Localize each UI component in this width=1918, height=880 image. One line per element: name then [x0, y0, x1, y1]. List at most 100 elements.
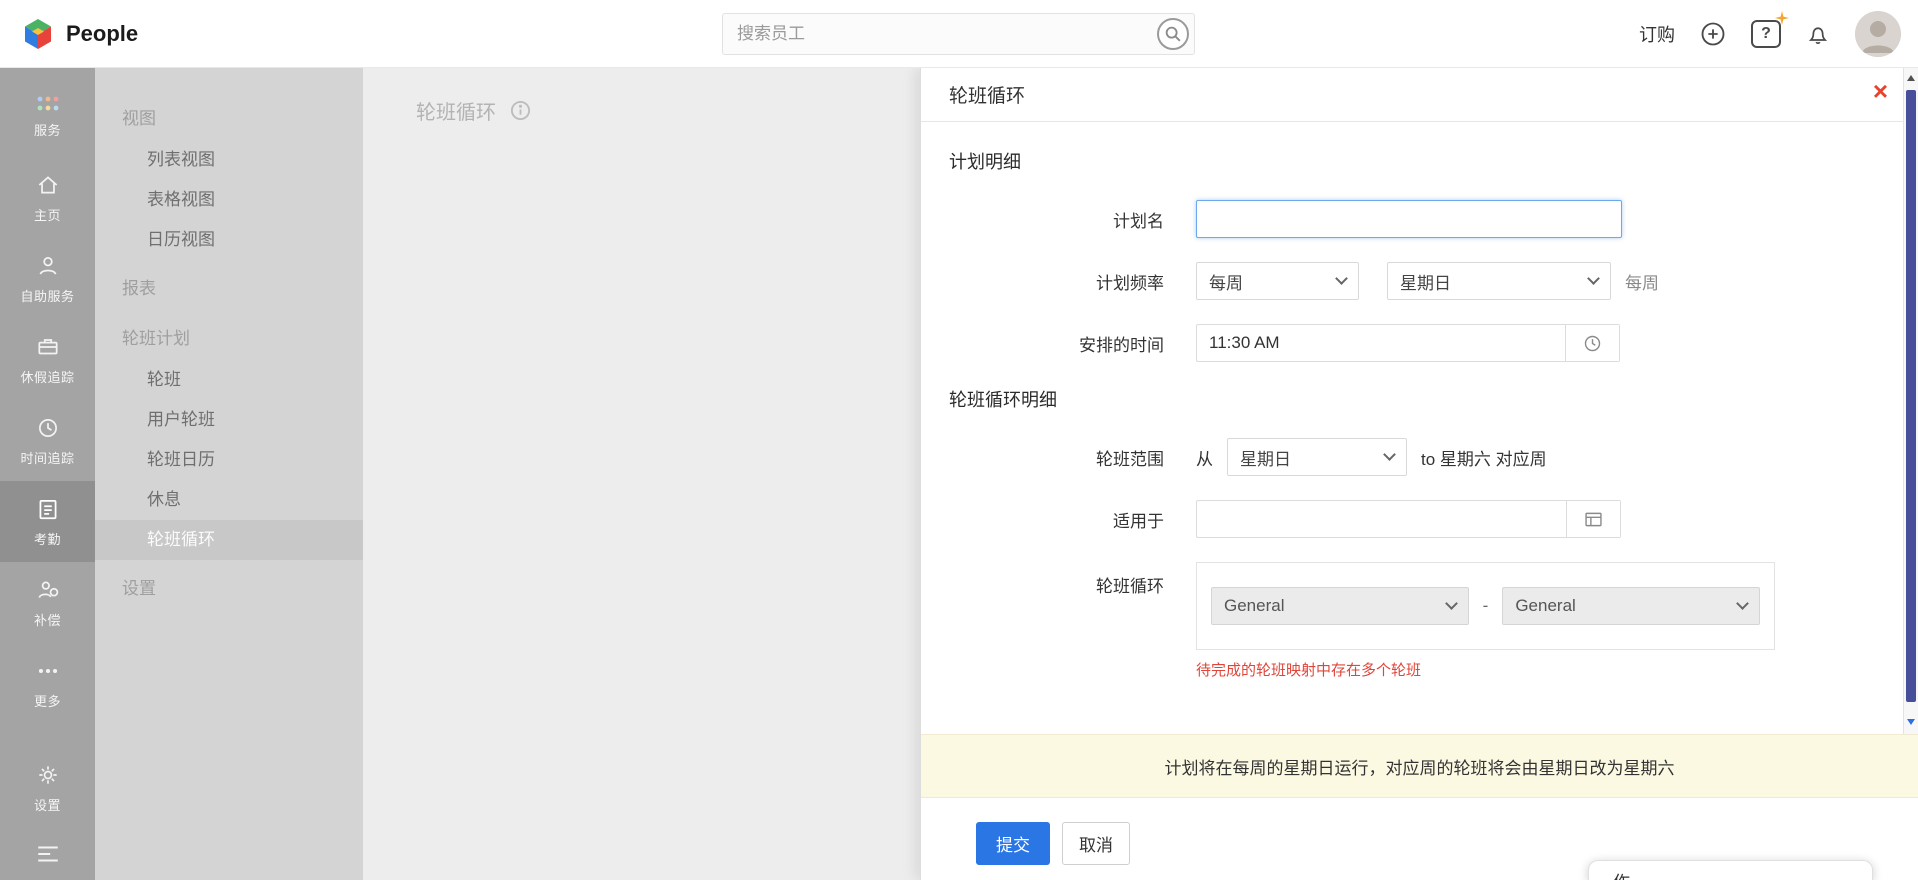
- menu-header-views: 视图: [122, 109, 156, 128]
- shift-rotation-label: 轮班循环: [1096, 577, 1164, 596]
- page-title: 轮班循环: [416, 102, 496, 124]
- scroll-up-button[interactable]: [1904, 70, 1918, 86]
- hamburger-icon: [37, 846, 58, 862]
- sidebar-collapse-button[interactable]: [0, 828, 95, 880]
- sidebar-item-leave-tracker[interactable]: 休假追踪: [0, 319, 95, 400]
- sidebar-item-label: 自助服务: [20, 288, 75, 304]
- user-avatar[interactable]: [1855, 11, 1901, 57]
- sparkle-icon: [1775, 11, 1789, 25]
- employee-picker-button[interactable]: [1566, 501, 1620, 537]
- sidebar-item-more[interactable]: 更多: [0, 643, 95, 724]
- clock-icon: [1584, 335, 1601, 351]
- applicable-to-label: 适用于: [1113, 511, 1164, 531]
- sidebar-item-self-service[interactable]: 自助服务: [0, 238, 95, 319]
- self-service-icon: [35, 253, 61, 279]
- shift-rotation-modal: 轮班循环 × 计划明细 计划名 计划频率 每周 星期日 每周 安排的时间 11:…: [920, 68, 1918, 880]
- sidebar-item-home[interactable]: 主页: [0, 157, 95, 238]
- top-header: People 订购 ?: [0, 0, 1918, 68]
- leave-tracker-icon: [35, 334, 61, 360]
- menu-item-settings[interactable]: 设置: [95, 568, 363, 610]
- sidebar-item-label: 更多: [33, 693, 61, 709]
- chevron-down-icon: [1444, 597, 1458, 610]
- close-icon[interactable]: ×: [1873, 78, 1888, 104]
- scheduled-time-label: 安排的时间: [1079, 335, 1164, 355]
- menu-item-list-view[interactable]: 列表视图: [95, 140, 363, 180]
- time-tracker-icon: [35, 415, 61, 441]
- scheduled-time-value: 11:30 AM: [1209, 333, 1280, 352]
- rotation-error-message: 待完成的轮班映射中存在多个轮班: [1196, 662, 1422, 679]
- sidebar-item-compensation[interactable]: 补偿: [0, 562, 95, 643]
- applicable-to-field[interactable]: [1196, 500, 1621, 538]
- plus-circle-icon: [1701, 22, 1725, 46]
- frequency-day-value: 星期日: [1400, 273, 1451, 293]
- notifications-button[interactable]: [1805, 21, 1831, 47]
- bottom-right-popup[interactable]: 作: [1588, 860, 1873, 880]
- menu-item-user-shift[interactable]: 用户轮班: [95, 400, 363, 440]
- scrollbar-thumb[interactable]: [1906, 90, 1916, 702]
- menu-item-break[interactable]: 休息: [95, 480, 363, 520]
- employee-search: [722, 13, 1195, 55]
- menu-item-table-view[interactable]: 表格视图: [95, 180, 363, 220]
- range-from-select[interactable]: 星期日: [1227, 438, 1407, 476]
- help-glyph: ?: [1761, 25, 1771, 42]
- app-logo[interactable]: People: [20, 16, 138, 52]
- time-picker-button[interactable]: [1565, 325, 1619, 361]
- rotation-from-value: General: [1224, 596, 1285, 615]
- header-actions: 订购 ?: [1639, 0, 1901, 68]
- menu-item-reports[interactable]: 报表: [95, 268, 363, 310]
- popup-partial-text: 作: [1613, 873, 1630, 880]
- sidebar-item-time-tracker[interactable]: 时间追踪: [0, 400, 95, 481]
- menu-item-shift[interactable]: 轮班: [95, 360, 363, 400]
- sidebar-item-label: 主页: [33, 207, 61, 223]
- sidebar-item-label: 补偿: [33, 612, 61, 628]
- subscribe-link[interactable]: 订购: [1639, 21, 1675, 47]
- add-button[interactable]: [1699, 20, 1727, 48]
- help-button[interactable]: ?: [1751, 11, 1789, 48]
- menu-header-shift-schedule: 轮班计划: [122, 329, 190, 348]
- people-logo-icon: [20, 16, 56, 52]
- sidebar-item-label: 设置: [33, 797, 61, 813]
- range-from-text: 从: [1196, 449, 1213, 469]
- scheduled-time-field[interactable]: 11:30 AM: [1196, 324, 1620, 362]
- more-dots-icon: [35, 658, 61, 684]
- modal-scrollbar[interactable]: [1903, 68, 1918, 734]
- search-button[interactable]: [1157, 18, 1189, 50]
- menu-item-shift-calendar[interactable]: 轮班日历: [95, 440, 363, 480]
- primary-sidebar: 服务 主页 自助服务 休假追踪 时间追踪 考勤 补偿 更多 设置: [0, 68, 95, 880]
- search-icon: [1163, 24, 1183, 44]
- submit-button[interactable]: 提交: [976, 822, 1050, 865]
- rotation-from-select[interactable]: General: [1211, 587, 1469, 625]
- apps-grid-icon: [35, 94, 61, 113]
- chevron-down-icon: [1335, 272, 1348, 285]
- frequency-day-select[interactable]: 星期日: [1387, 262, 1611, 300]
- avatar-placeholder-icon: [1855, 11, 1901, 57]
- triangle-up-icon: [1907, 75, 1915, 81]
- menu-item-shift-rotation[interactable]: 轮班循环: [95, 520, 363, 560]
- plan-name-input[interactable]: [1196, 200, 1622, 238]
- menu-item-calendar-view[interactable]: 日历视图: [95, 220, 363, 260]
- scroll-down-button[interactable]: [1904, 714, 1918, 730]
- sidebar-item-services[interactable]: 服务: [0, 76, 95, 157]
- employee-picker-icon: [1585, 512, 1602, 526]
- search-input[interactable]: [723, 24, 1157, 44]
- sidebar-item-attendance[interactable]: 考勤: [0, 481, 95, 562]
- sidebar-item-label: 考勤: [33, 531, 61, 547]
- rotation-to-select[interactable]: General: [1502, 587, 1760, 625]
- sidebar-item-settings[interactable]: 设置: [0, 747, 95, 828]
- app-name: People: [66, 20, 139, 46]
- info-icon: [510, 100, 531, 121]
- cancel-button[interactable]: 取消: [1062, 822, 1130, 865]
- modal-footer: 提交 取消: [921, 798, 1918, 865]
- plan-name-label: 计划名: [1113, 211, 1164, 231]
- rotation-separator: -: [1482, 596, 1489, 615]
- range-from-value: 星期日: [1240, 449, 1291, 469]
- sidebar-item-label: 休假追踪: [20, 369, 75, 385]
- sidebar-item-label: 服务: [33, 123, 61, 138]
- triangle-down-icon: [1907, 719, 1915, 725]
- plan-details-section-title: 计划明细: [949, 152, 1021, 172]
- rotation-mapping-box: General - General: [1196, 562, 1775, 650]
- applicable-to-value: [1197, 501, 1566, 537]
- shift-range-label: 轮班范围: [1096, 449, 1164, 469]
- frequency-select[interactable]: 每周: [1196, 262, 1359, 300]
- compensation-icon: [35, 577, 61, 603]
